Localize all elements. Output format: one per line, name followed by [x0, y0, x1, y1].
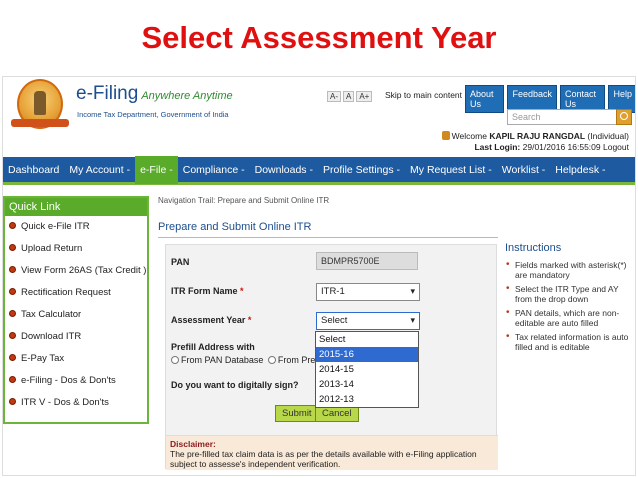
font-size-controls: A- A A+ [327, 91, 374, 102]
bullet-icon [9, 266, 16, 273]
instructions-panel: Instructions Fields marked with asterisk… [505, 242, 633, 356]
instructions-title: Instructions [505, 242, 562, 254]
breadcrumb: Navigation Trail: Prepare and Submit Onl… [158, 196, 330, 205]
sidebar-item-efiling-dos[interactable]: e-Filing - Dos & Don'ts [5, 370, 147, 392]
last-login-time: 29/01/2016 16:55:09 [522, 142, 601, 152]
user-name: KAPIL RAJU RANGDAL [489, 131, 586, 141]
bullet-icon [9, 288, 16, 295]
itr-form-select[interactable]: ITR-1 [316, 283, 420, 301]
user-icon [441, 131, 450, 140]
itr-form-label: ITR Form Name * [171, 286, 244, 296]
site-header: e-Filing Anywhere Anytime Income Tax Depa… [3, 77, 635, 157]
page-title: Prepare and Submit Online ITR [158, 221, 312, 233]
search-input[interactable]: Search [507, 109, 617, 125]
radio-previous[interactable] [267, 356, 276, 364]
sidebar-item-form-26as[interactable]: View Form 26AS (Tax Credit ) [5, 260, 147, 282]
sidebar-item-epay-tax[interactable]: E-Pay Tax [5, 348, 147, 370]
pan-field: BDMPR5700E [316, 252, 418, 270]
nav-worklist[interactable]: Worklist - [497, 156, 551, 184]
bullet-icon [9, 332, 16, 339]
nav-e-file[interactable]: e-File - [135, 155, 178, 184]
bullet-icon [9, 244, 16, 251]
submit-button[interactable]: Submit [275, 405, 319, 422]
ay-option[interactable]: 2012-13 [316, 392, 418, 407]
nav-my-account[interactable]: My Account - [64, 156, 135, 184]
instruction-item: Select the ITR Type and AY from the drop… [505, 284, 633, 304]
disclaimer-title: Disclaimer: [170, 439, 216, 449]
bullet-icon [9, 222, 16, 229]
sidebar-item-upload-return[interactable]: Upload Return [5, 238, 147, 260]
user-welcome: Welcome KAPIL RAJU RANGDAL (Individual) … [441, 131, 629, 153]
nav-dashboard[interactable]: Dashboard [3, 156, 64, 184]
sidebar-item-download-itr[interactable]: Download ITR [5, 326, 147, 348]
digital-sign-label: Do you want to digitally sign? [171, 380, 299, 390]
quick-link-panel: Quick Link Quick e-File ITR Upload Retur… [3, 196, 149, 424]
instruction-item: Fields marked with asterisk(*) are manda… [505, 260, 633, 280]
font-increase-button[interactable]: A+ [356, 91, 373, 102]
radio-pan-database[interactable] [171, 356, 179, 364]
disclaimer-text: The pre-filled tax claim data is as per … [170, 449, 477, 469]
search-icon[interactable] [616, 109, 632, 125]
assessment-year-dropdown[interactable]: Select 2015-16 2014-15 2013-14 2012-13 [315, 331, 419, 408]
about-us-link[interactable]: About Us [465, 85, 505, 113]
assessment-year-select[interactable]: Select [316, 312, 420, 330]
brand-subtitle: Income Tax Department, Government of Ind… [77, 110, 229, 119]
nav-downloads[interactable]: Downloads - [250, 156, 318, 184]
nav-helpdesk[interactable]: Helpdesk - [550, 156, 610, 184]
font-decrease-button[interactable]: A- [327, 91, 341, 102]
nav-my-request-list[interactable]: My Request List - [405, 156, 497, 184]
skip-to-content-link[interactable]: Skip to main content [385, 90, 462, 100]
instruction-item: PAN details, which are non-editable are … [505, 308, 633, 328]
ay-option-selected[interactable]: 2015-16 [316, 347, 418, 362]
sidebar-item-tax-calculator[interactable]: Tax Calculator [5, 304, 147, 326]
brand-tagline: Anywhere Anytime [141, 90, 233, 102]
bullet-icon [9, 398, 16, 405]
brand-logo[interactable]: e-Filing Anywhere Anytime [76, 83, 233, 105]
font-normal-button[interactable]: A [343, 91, 355, 102]
ay-option[interactable]: 2014-15 [316, 362, 418, 377]
bullet-icon [9, 310, 16, 317]
sidebar-item-rectification[interactable]: Rectification Request [5, 282, 147, 304]
disclaimer: Disclaimer: The pre-filled tax claim dat… [166, 435, 498, 470]
bullet-icon [9, 354, 16, 361]
slide-title: Select Assessment Year [141, 20, 497, 55]
ay-option[interactable]: 2013-14 [316, 377, 418, 392]
bullet-icon [9, 376, 16, 383]
ay-option[interactable]: Select [316, 332, 418, 347]
quick-link-title: Quick Link [5, 198, 147, 216]
emblem-ribbon [11, 119, 69, 127]
assessment-year-label: Assessment Year * [171, 315, 252, 325]
prefill-label: Prefill Address with [171, 342, 255, 352]
title-divider [158, 237, 498, 238]
main-nav: Dashboard My Account - e-File - Complian… [3, 155, 635, 185]
logout-link[interactable]: Logout [603, 142, 629, 152]
sidebar-item-itrv-dos[interactable]: ITR V - Dos & Don'ts [5, 392, 147, 414]
instruction-item: Tax related information is auto filled a… [505, 332, 633, 352]
sidebar-item-quick-efile[interactable]: Quick e-File ITR [5, 216, 147, 238]
nav-compliance[interactable]: Compliance - [178, 156, 250, 184]
nav-profile-settings[interactable]: Profile Settings - [318, 156, 405, 184]
pan-label: PAN [171, 257, 190, 267]
